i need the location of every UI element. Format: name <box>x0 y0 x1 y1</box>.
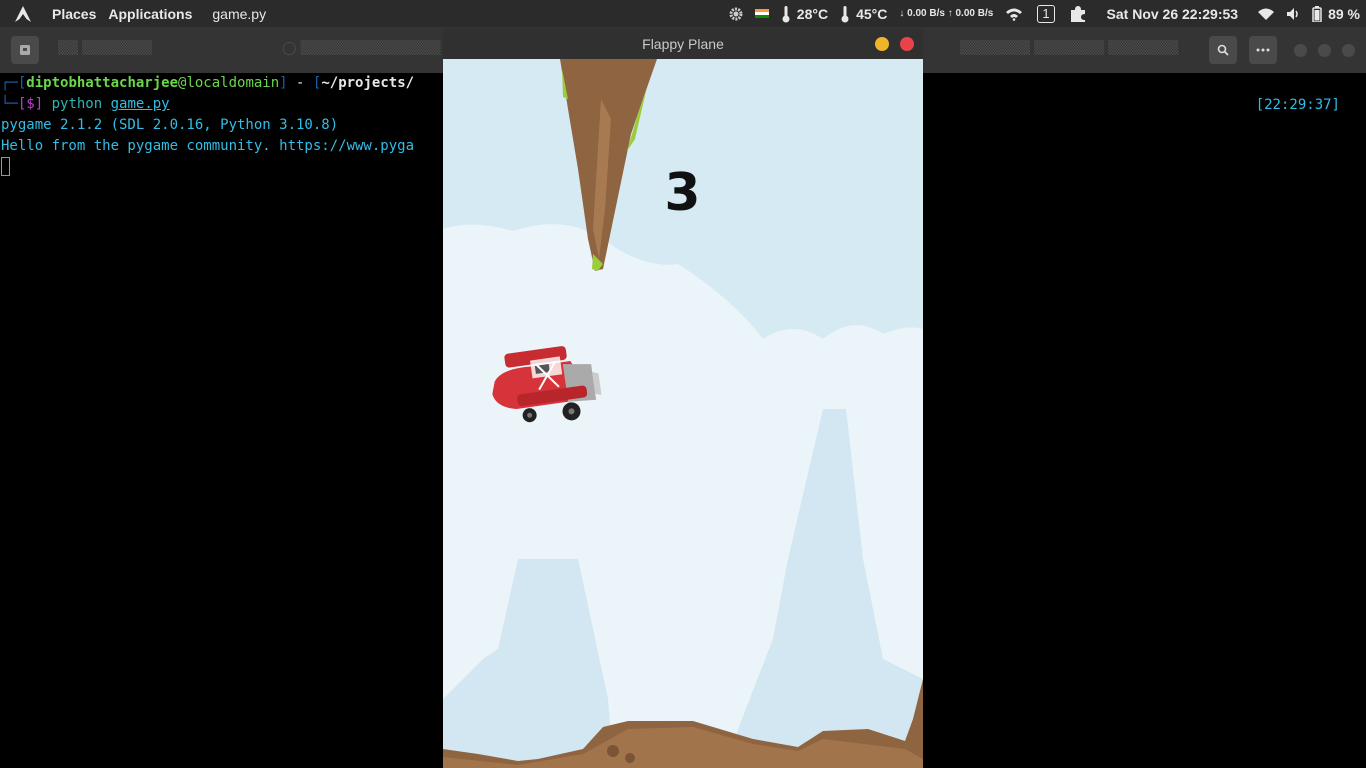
command-argument-link[interactable]: game.py <box>111 96 170 112</box>
prompt-host: localdomain <box>186 75 280 91</box>
terminal-minimize-button[interactable] <box>1294 44 1307 57</box>
output-line-2: Hello from the pygame community. https:/… <box>1 138 415 154</box>
clock-datetime[interactable]: Sat Nov 26 22:29:53 <box>1093 0 1245 27</box>
prompt-path: ~/projects/ <box>321 75 415 91</box>
workspace-number: 1 <box>1037 4 1055 23</box>
tab-github-blurred[interactable]: ◯ ▒▒▒▒▒▒▒▒▒▒▒▒▒▒ <box>282 41 442 59</box>
wifi-signal-icon[interactable] <box>999 0 1029 27</box>
game-minimize-button[interactable] <box>875 37 889 51</box>
arch-logo-icon[interactable] <box>0 0 46 27</box>
ground-pebble-1 <box>607 745 619 757</box>
tab-terminal-blurred[interactable]: ▒▒ ▒▒▒▒▒▒▒ <box>58 41 248 59</box>
applications-menu[interactable]: Applications <box>102 0 198 27</box>
gpu-temp[interactable]: 45°C <box>856 0 893 27</box>
cpu-thermometer-icon <box>775 0 797 27</box>
ground-pebble-2 <box>625 753 635 763</box>
gpu-thermometer-icon <box>834 0 856 27</box>
battery-percent[interactable]: 89 % <box>1328 0 1366 27</box>
prompt-timestamp: [22:29:37] <box>1255 97 1340 113</box>
network-speed[interactable]: ↓ 0.00 B/s ↑ 0.00 B/s <box>893 0 999 27</box>
places-menu[interactable]: Places <box>46 0 102 27</box>
prompt-line: ┌─[diptobhattacharjee@localdomain] - [~/… <box>1 75 415 91</box>
game-window-titlebar[interactable]: Flappy Plane <box>443 29 923 59</box>
battery-icon[interactable] <box>1306 0 1328 27</box>
india-flag-icon[interactable] <box>749 0 775 27</box>
wifi-status-icon[interactable] <box>1244 0 1280 27</box>
game-window-title: Flappy Plane <box>642 36 724 52</box>
terminal-cursor <box>1 157 10 176</box>
terminal-maximize-button[interactable] <box>1318 44 1331 57</box>
output-line-1: pygame 2.1.2 (SDL 2.0.16, Python 3.10.8) <box>1 117 339 133</box>
new-tab-terminal-icon[interactable] <box>11 36 39 64</box>
volume-speaker-icon[interactable] <box>1280 0 1306 27</box>
flappy-plane-window[interactable]: Flappy Plane 3 <box>443 29 923 768</box>
game-close-button[interactable] <box>900 37 914 51</box>
search-icon[interactable] <box>1209 36 1237 64</box>
menu-more-icon[interactable] <box>1249 36 1277 64</box>
prompt-separator: - <box>287 75 313 91</box>
top-panel: Places Applications game.py 28°C 45°C ↓ … <box>0 0 1366 27</box>
terminal-close-button[interactable] <box>1342 44 1355 57</box>
extensions-puzzle-icon[interactable] <box>1063 0 1093 27</box>
cpu-temp[interactable]: 28°C <box>797 0 834 27</box>
prompt-user: diptobhattacharjee <box>26 75 179 91</box>
prompt-dollar: [$] <box>17 96 44 112</box>
settings-gear-icon[interactable] <box>723 0 749 27</box>
command-line: └─[$] python game.py <box>1 96 170 112</box>
command-text: python <box>51 96 103 112</box>
tab-message-blurred[interactable]: ▒▒▒▒▒▒▒ ▒▒▒▒▒▒▒ ▒▒▒▒▒▒▒ <box>960 41 1190 59</box>
workspace-indicator[interactable]: 1 <box>1029 0 1062 27</box>
score-counter: 3 <box>664 163 702 223</box>
active-window-title: game.py <box>212 5 267 22</box>
